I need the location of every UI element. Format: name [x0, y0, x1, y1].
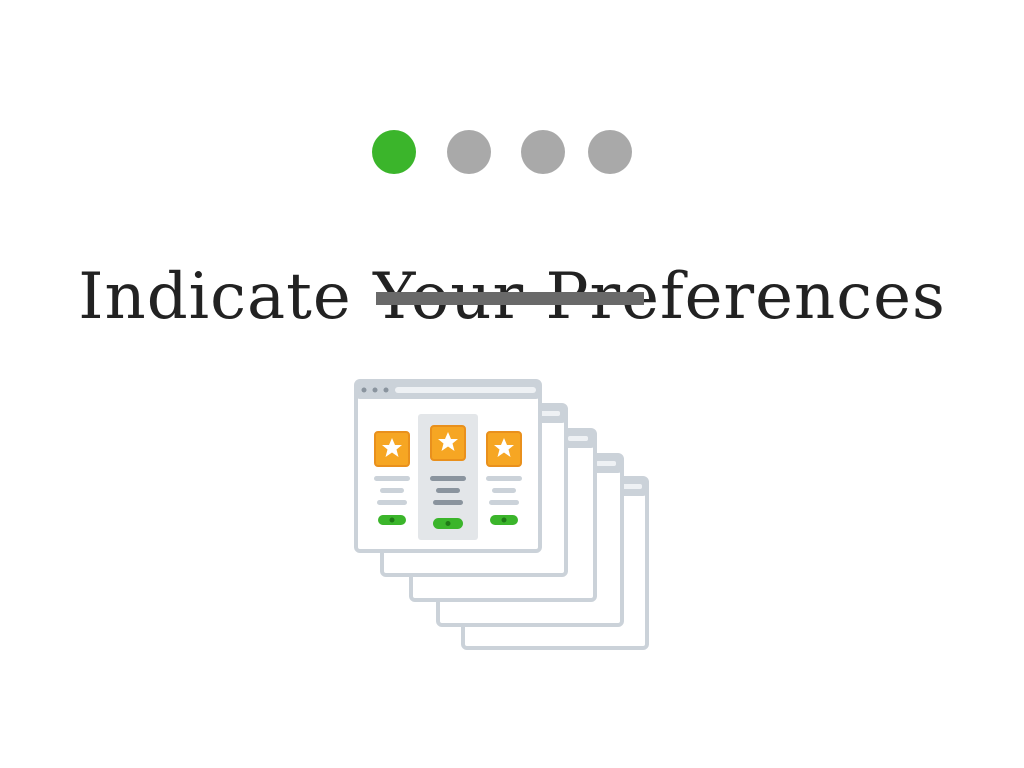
progress-dot-step-2[interactable]	[447, 130, 491, 174]
stacked-cards-icon	[354, 379, 649, 650]
title-underline	[376, 292, 644, 305]
onboarding-step-screen: Indicate Your Preferences	[0, 0, 1024, 768]
progress-dot-step-4[interactable]	[588, 130, 632, 174]
progress-dot-step-3[interactable]	[521, 130, 565, 174]
progress-dot-step-1-active[interactable]	[372, 130, 416, 174]
progress-dots	[372, 130, 634, 174]
preferences-illustration	[350, 372, 655, 657]
